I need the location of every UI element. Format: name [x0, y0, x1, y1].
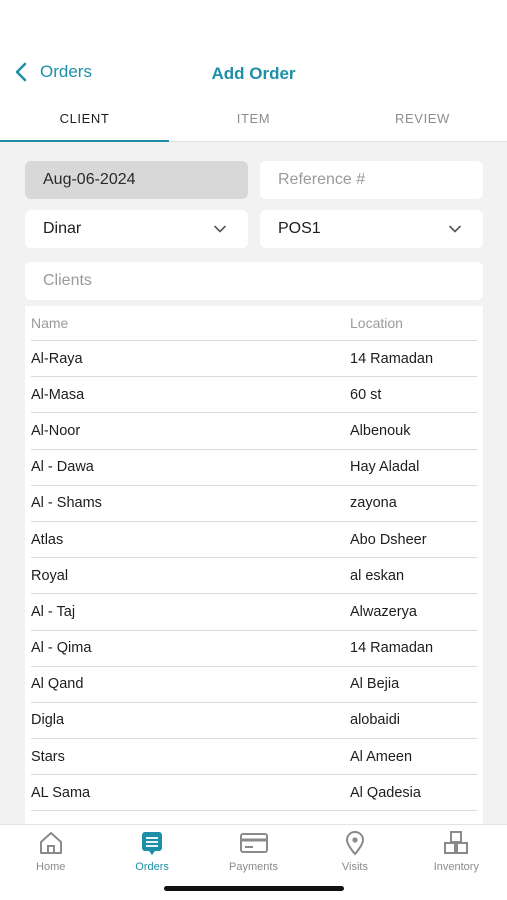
orders-icon: [142, 832, 163, 855]
home-icon: [39, 832, 62, 854]
location-pin-icon: [345, 831, 364, 856]
tabbar-home[interactable]: Home: [0, 825, 101, 900]
tabbar-inventory[interactable]: Inventory: [406, 825, 507, 900]
chevron-down-icon: [449, 225, 461, 233]
table-row[interactable]: Al - Taj Alwazerya: [31, 594, 477, 631]
table-row[interactable]: Al-Masa 60 st: [31, 377, 477, 414]
column-header-name: Name: [31, 315, 69, 331]
tab-client[interactable]: CLIENT: [0, 100, 169, 142]
tab-item[interactable]: ITEM: [169, 100, 338, 141]
reference-input[interactable]: Reference #: [260, 161, 483, 199]
table-row[interactable]: Digla alobaidi: [31, 703, 477, 740]
client-form: Aug-06-2024 Reference # Dinar POS1 Clien…: [0, 142, 507, 824]
client-name: Al - Taj: [31, 603, 76, 620]
table-row[interactable]: Al-Noor Albenouk: [31, 413, 477, 450]
table-row[interactable]: Al - Qima 14 Ramadan: [31, 631, 477, 667]
client-name: Digla: [31, 712, 65, 729]
home-indicator: [164, 886, 344, 891]
table-row[interactable]: Royal al eskan: [31, 558, 477, 595]
client-name: Al-Raya: [31, 350, 83, 367]
client-name: Al - Shams: [31, 495, 102, 512]
card-icon: [239, 833, 268, 853]
client-name: AL Sama: [31, 784, 91, 801]
client-name: Royal: [31, 567, 69, 584]
pos-value: POS1: [278, 220, 321, 237]
tabbar-label: Visits: [341, 861, 368, 873]
client-location: 14 Ramadan: [350, 640, 434, 657]
table-row[interactable]: Atlas Abo Dsheer: [31, 522, 477, 559]
navigation-bar: Orders Add Order: [0, 0, 507, 100]
table-row[interactable]: AL Sama Al Qadesia: [31, 775, 477, 812]
page-title: Add Order: [211, 64, 296, 83]
client-location: Albenouk: [350, 422, 411, 439]
tabbar-label: Payments: [229, 861, 278, 873]
step-tabs: CLIENT ITEM REVIEW: [0, 100, 507, 142]
boxes-icon: [444, 831, 469, 854]
client-location: Hay Aladal: [350, 459, 420, 476]
table-row[interactable]: Stars Al Ameen: [31, 739, 477, 776]
table-row[interactable]: Al Qand Al Bejia: [31, 667, 477, 703]
table-row[interactable]: Al-Raya 14 Ramadan: [31, 341, 477, 378]
client-location: Al Bejia: [350, 676, 400, 693]
client-name: Al Qand: [31, 676, 84, 693]
client-location: 60 st: [350, 386, 382, 403]
client-location: 14 Ramadan: [350, 350, 434, 367]
client-name: Stars: [31, 748, 65, 765]
tabbar-label: Home: [36, 861, 66, 873]
currency-select[interactable]: Dinar: [25, 210, 248, 248]
pos-select[interactable]: POS1: [260, 210, 483, 248]
client-name: Al - Dawa: [31, 459, 94, 476]
tabbar-label: Inventory: [433, 861, 479, 873]
tab-review[interactable]: REVIEW: [338, 100, 507, 141]
clients-search-input[interactable]: Clients: [25, 262, 483, 300]
client-name: Al-Masa: [31, 386, 85, 403]
client-location: zayona: [350, 495, 397, 512]
table-header: Name Location: [31, 306, 477, 341]
client-location: Al Ameen: [350, 748, 413, 765]
client-name: Al-Noor: [31, 422, 81, 439]
tabbar-label: Orders: [135, 861, 169, 873]
client-location: Al Qadesia: [350, 784, 421, 801]
currency-value: Dinar: [43, 220, 82, 237]
table-row[interactable]: Al - Shams zayona: [31, 486, 477, 522]
client-location: alobaidi: [350, 712, 400, 729]
client-name: Atlas: [31, 531, 64, 548]
client-location: Alwazerya: [350, 603, 417, 620]
table-row[interactable]: Al - Dawa Hay Aladal: [31, 450, 477, 486]
client-location: Abo Dsheer: [350, 531, 427, 548]
date-field[interactable]: Aug-06-2024: [25, 161, 248, 199]
client-location: al eskan: [350, 567, 405, 584]
chevron-down-icon: [214, 225, 226, 233]
column-header-location: Location: [350, 315, 403, 331]
client-name: Al - Qima: [31, 640, 92, 657]
clients-table: Name Location Al-Raya 14 Ramadan Al-Masa 60…: [25, 306, 483, 824]
